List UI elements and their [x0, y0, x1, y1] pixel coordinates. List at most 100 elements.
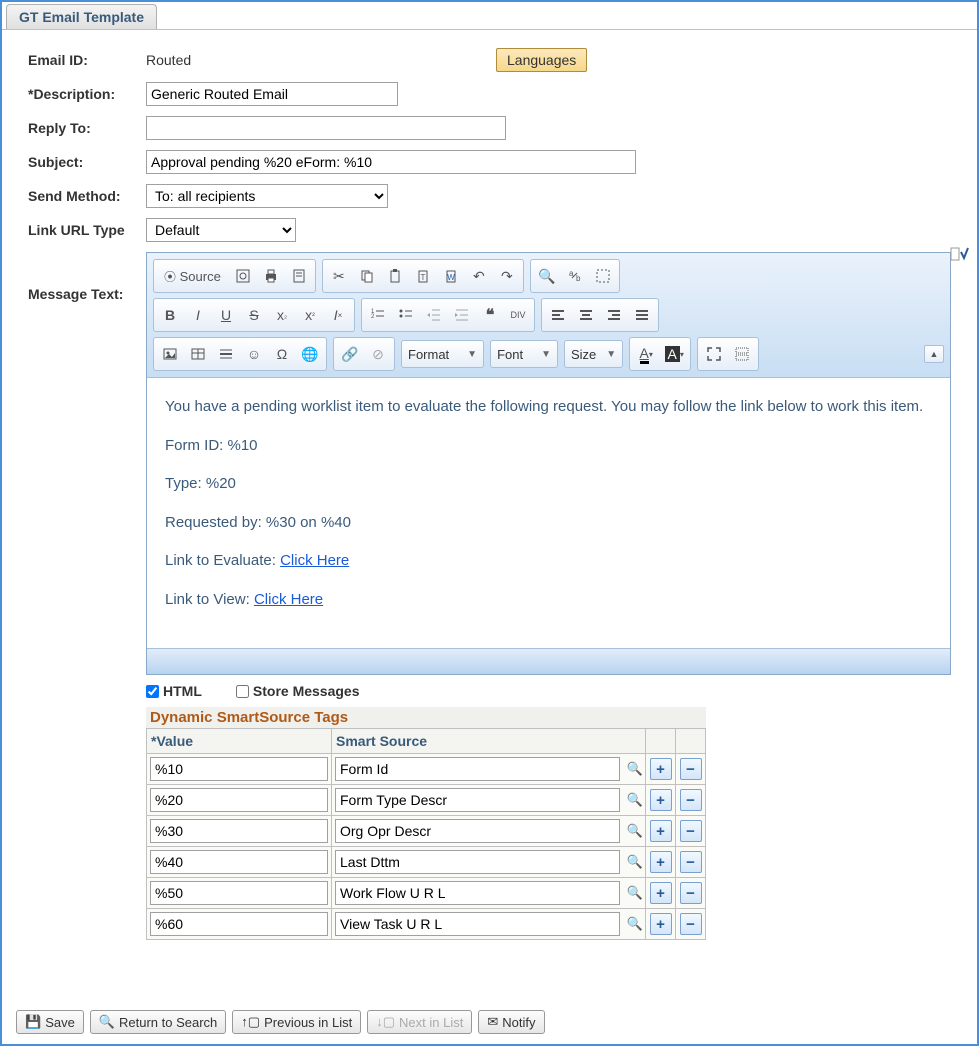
add-row-button[interactable]: +	[650, 820, 672, 842]
languages-button[interactable]: Languages	[496, 48, 587, 72]
previous-in-list-button[interactable]: ↑▢Previous in List	[232, 1010, 361, 1034]
remove-format-icon[interactable]: I×	[324, 301, 352, 329]
save-button[interactable]: 💾Save	[16, 1010, 84, 1034]
remove-row-button[interactable]: −	[680, 789, 702, 811]
redo-icon[interactable]: ↷	[493, 262, 521, 290]
link-evaluate[interactable]: Click Here	[280, 552, 349, 569]
selectall-icon[interactable]	[589, 262, 617, 290]
value-input[interactable]	[150, 757, 328, 781]
cut-icon[interactable]: ✂	[325, 262, 353, 290]
paste-icon[interactable]	[381, 262, 409, 290]
bold-icon[interactable]: B	[156, 301, 184, 329]
source-input[interactable]	[335, 788, 620, 812]
collapse-toolbar-icon[interactable]: ▲	[924, 345, 944, 363]
strike-icon[interactable]: S	[240, 301, 268, 329]
notify-button[interactable]: ✉Notify	[478, 1010, 544, 1034]
align-center-icon[interactable]	[572, 301, 600, 329]
value-input[interactable]	[150, 788, 328, 812]
text-color-icon[interactable]: A▾	[632, 340, 660, 368]
superscript-icon[interactable]: x²	[296, 301, 324, 329]
remove-row-button[interactable]: −	[680, 851, 702, 873]
lookup-icon[interactable]: 🔍	[627, 792, 643, 808]
next-in-list-button[interactable]: ↓▢Next in List	[367, 1010, 472, 1034]
specialchar-icon[interactable]: Ω	[268, 340, 296, 368]
italic-icon[interactable]: I	[184, 301, 212, 329]
templates-icon[interactable]	[285, 262, 313, 290]
div-icon[interactable]: DIV	[504, 301, 532, 329]
remove-row-button[interactable]: −	[680, 820, 702, 842]
col-source: Smart Source	[332, 729, 646, 754]
value-input[interactable]	[150, 819, 328, 843]
font-dropdown[interactable]: Font▼	[490, 340, 558, 368]
find-icon[interactable]: 🔍	[533, 262, 561, 290]
align-right-icon[interactable]	[600, 301, 628, 329]
add-row-button[interactable]: +	[650, 882, 672, 904]
paste-word-icon[interactable]: W	[437, 262, 465, 290]
svg-text:T: T	[420, 273, 425, 282]
value-input[interactable]	[150, 881, 328, 905]
lookup-icon[interactable]: 🔍	[627, 916, 643, 932]
send-method-select[interactable]: To: all recipients	[146, 184, 388, 208]
return-to-search-button[interactable]: 🔍Return to Search	[90, 1010, 226, 1034]
preview-icon[interactable]	[229, 262, 257, 290]
add-row-button[interactable]: +	[650, 789, 672, 811]
store-messages-label: Store Messages	[253, 683, 360, 699]
numbered-list-icon[interactable]: 12	[364, 301, 392, 329]
html-checkbox[interactable]	[146, 685, 159, 698]
blockquote-icon[interactable]: ❝	[476, 301, 504, 329]
description-input[interactable]	[146, 82, 398, 106]
value-input[interactable]	[150, 912, 328, 936]
link-icon[interactable]: 🔗	[336, 340, 364, 368]
paste-text-icon[interactable]: T	[409, 262, 437, 290]
lookup-icon[interactable]: 🔍	[627, 823, 643, 839]
store-messages-checkbox[interactable]	[236, 685, 249, 698]
add-row-button[interactable]: +	[650, 758, 672, 780]
align-left-icon[interactable]	[544, 301, 572, 329]
body-formid: Form ID: %10	[165, 435, 932, 458]
size-dropdown[interactable]: Size▼	[564, 340, 623, 368]
outdent-icon[interactable]	[420, 301, 448, 329]
replace-icon[interactable]: ab	[561, 262, 589, 290]
lookup-icon[interactable]: 🔍	[627, 854, 643, 870]
remove-row-button[interactable]: −	[680, 758, 702, 780]
editor-body[interactable]: You have a pending worklist item to eval…	[147, 378, 950, 648]
smiley-icon[interactable]: ☺	[240, 340, 268, 368]
reply-to-input[interactable]	[146, 116, 506, 140]
iframe-icon[interactable]: 🌐	[296, 340, 324, 368]
source-input[interactable]	[335, 819, 620, 843]
hr-icon[interactable]	[212, 340, 240, 368]
format-dropdown[interactable]: Format▼	[401, 340, 484, 368]
remove-row-button[interactable]: −	[680, 882, 702, 904]
copy-icon[interactable]	[353, 262, 381, 290]
reply-to-label: Reply To:	[28, 120, 146, 136]
remove-row-button[interactable]: −	[680, 913, 702, 935]
show-blocks-icon[interactable]	[728, 340, 756, 368]
table-icon[interactable]	[184, 340, 212, 368]
subject-input[interactable]	[146, 150, 636, 174]
lookup-icon[interactable]: 🔍	[627, 761, 643, 777]
image-icon[interactable]	[156, 340, 184, 368]
align-justify-icon[interactable]	[628, 301, 656, 329]
link-view[interactable]: Click Here	[254, 591, 323, 608]
indent-icon[interactable]	[448, 301, 476, 329]
source-button[interactable]: ⦿ Source	[156, 262, 229, 290]
value-input[interactable]	[150, 850, 328, 874]
print-icon[interactable]	[257, 262, 285, 290]
unlink-icon[interactable]: ⊘	[364, 340, 392, 368]
link-url-type-select[interactable]: Default	[146, 218, 296, 242]
underline-icon[interactable]: U	[212, 301, 240, 329]
bg-color-icon[interactable]: A▾	[660, 340, 688, 368]
bullet-list-icon[interactable]	[392, 301, 420, 329]
source-input[interactable]	[335, 881, 620, 905]
undo-icon[interactable]: ↶	[465, 262, 493, 290]
tab-email-template[interactable]: GT Email Template	[6, 4, 157, 29]
source-input[interactable]	[335, 850, 620, 874]
add-row-button[interactable]: +	[650, 913, 672, 935]
spellcheck-icon[interactable]	[949, 246, 969, 266]
subscript-icon[interactable]: x₂	[268, 301, 296, 329]
maximize-icon[interactable]	[700, 340, 728, 368]
lookup-icon[interactable]: 🔍	[627, 885, 643, 901]
source-input[interactable]	[335, 757, 620, 781]
add-row-button[interactable]: +	[650, 851, 672, 873]
source-input[interactable]	[335, 912, 620, 936]
